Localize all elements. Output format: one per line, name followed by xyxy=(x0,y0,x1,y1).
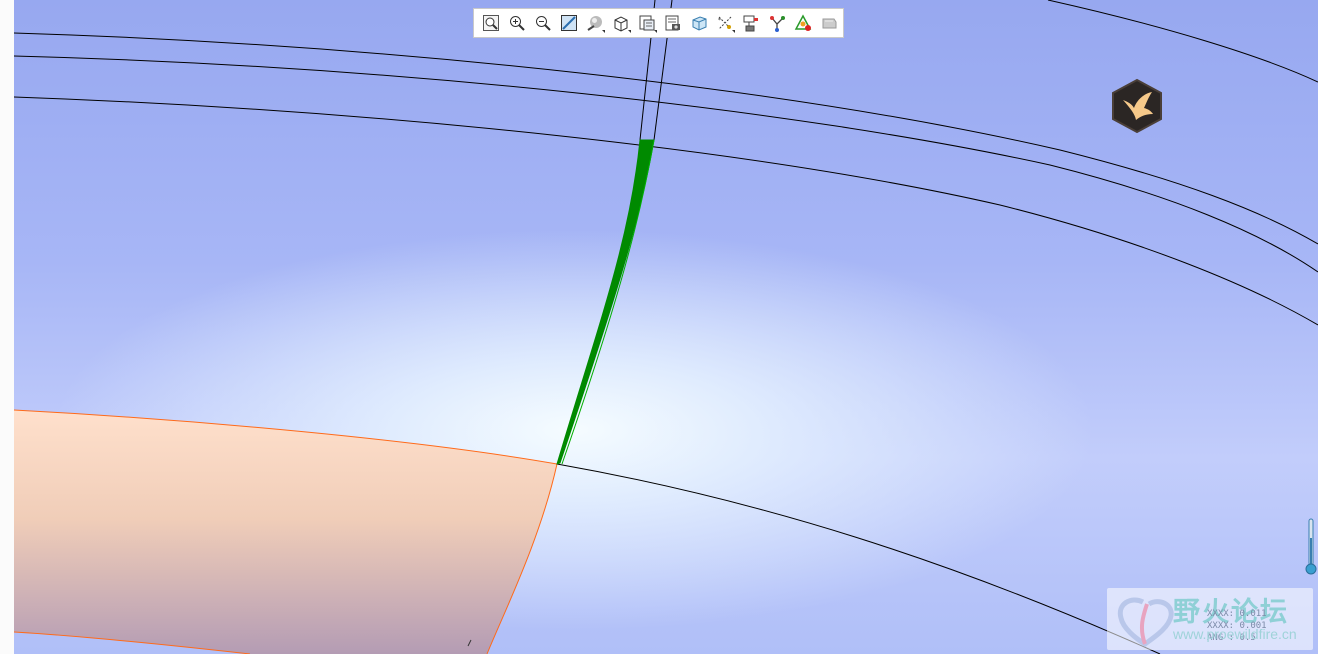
view-orientation-button[interactable] xyxy=(608,10,634,36)
perspective-button[interactable] xyxy=(686,10,712,36)
selected-sliver-surface[interactable] xyxy=(556,139,655,465)
left-panel-edge xyxy=(0,0,15,654)
appearance-button[interactable] xyxy=(790,10,816,36)
view-manager-button[interactable] xyxy=(660,10,686,36)
watermark-url: www.proewildfire.cn xyxy=(1173,626,1297,642)
zoom-in-icon xyxy=(510,16,525,31)
annotation-display-icon xyxy=(743,15,758,32)
edge-curve-4[interactable] xyxy=(556,463,1161,654)
repaint-button[interactable] xyxy=(556,10,582,36)
section-button[interactable] xyxy=(816,10,842,36)
section-plane-icon xyxy=(822,18,837,29)
magnifier-box-icon xyxy=(483,15,499,31)
edge-curve-1[interactable] xyxy=(14,32,1318,245)
datum-display-button[interactable]: * xyxy=(712,10,738,36)
shading-button[interactable] xyxy=(582,10,608,36)
saved-views-button[interactable] xyxy=(634,10,660,36)
quilt-surface[interactable] xyxy=(14,410,557,654)
watermark-overlay: 野火论坛 XXXX: 0.011 XXXX: 0.001 ANG : 0.5 w… xyxy=(1107,588,1313,650)
spin-center-icon xyxy=(770,16,785,32)
refit-button[interactable] xyxy=(478,10,504,36)
graphics-viewport[interactable]: 野火论坛 XXXX: 0.011 XXXX: 0.001 ANG : 0.5 w… xyxy=(14,0,1318,654)
graphics-toolbar: * xyxy=(473,8,844,38)
detail-slider[interactable] xyxy=(1305,518,1317,576)
appearance-triangle-icon xyxy=(794,14,812,31)
zoom-in-button[interactable] xyxy=(504,10,530,36)
svg-text:*: * xyxy=(718,17,721,24)
zoom-out-button[interactable] xyxy=(530,10,556,36)
forum-logo-icon xyxy=(1117,597,1174,648)
edge-curve-5[interactable] xyxy=(1047,0,1318,83)
perspective-cube-icon xyxy=(692,16,707,31)
view-manager-icon xyxy=(665,15,680,31)
repaint-icon xyxy=(561,15,577,31)
zoom-out-icon xyxy=(536,16,551,31)
spin-center-button[interactable] xyxy=(764,10,790,36)
annotation-display-button[interactable] xyxy=(738,10,764,36)
bird-badge-icon[interactable] xyxy=(1110,78,1164,134)
